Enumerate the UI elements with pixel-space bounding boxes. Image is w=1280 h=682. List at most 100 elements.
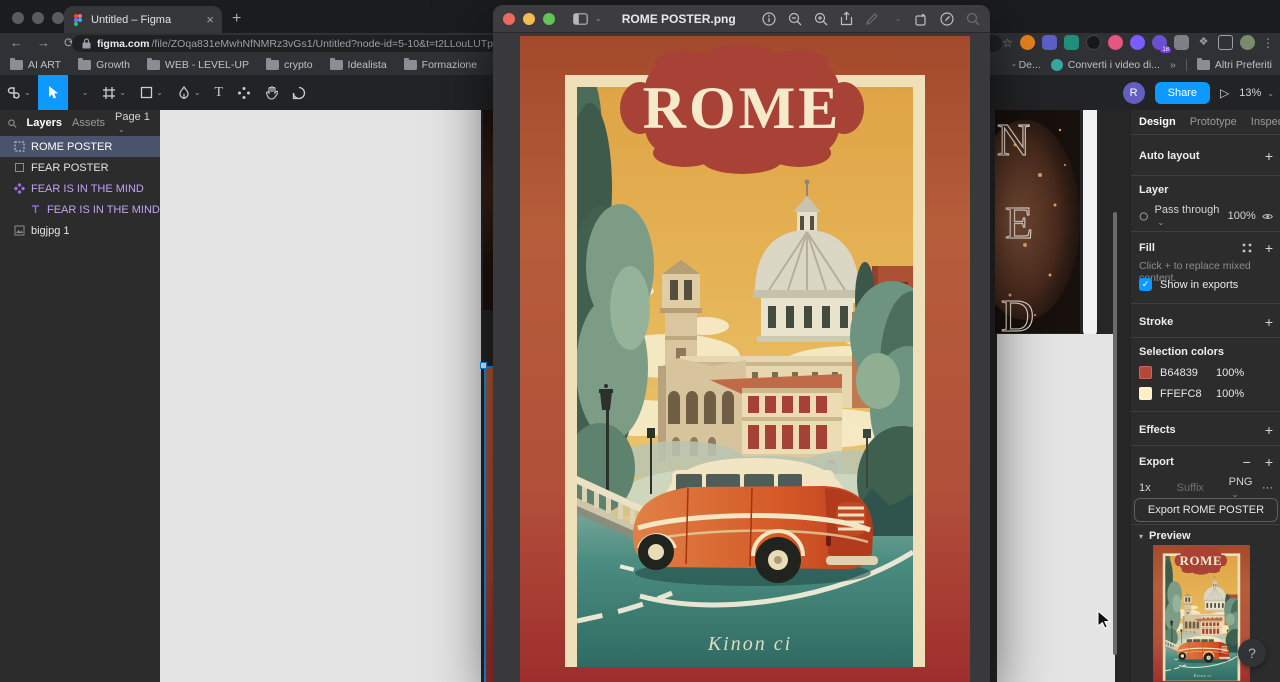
window-icon[interactable] bbox=[1218, 35, 1233, 50]
canvas-scrollbar[interactable] bbox=[1113, 212, 1117, 655]
export-format-dropdown[interactable]: PNG ⌄ bbox=[1229, 476, 1258, 500]
bookmark-folder-idealista[interactable]: Idealista bbox=[330, 59, 387, 71]
tab-design[interactable]: Design bbox=[1139, 116, 1176, 128]
export-options-icon[interactable]: ··· bbox=[1262, 482, 1273, 494]
add-auto-layout-button[interactable]: + bbox=[1265, 148, 1273, 164]
layer-row-rome-poster[interactable]: ROME POSTER bbox=[0, 136, 160, 157]
shape-tool-button[interactable]: ⌄ bbox=[133, 75, 170, 110]
color-hex[interactable]: FFEFC8 bbox=[1160, 388, 1216, 400]
selection-color-row[interactable]: FFEFC8 100% bbox=[1139, 387, 1273, 400]
zoom-window-button[interactable] bbox=[52, 12, 64, 24]
bookmark-truncated[interactable]: - De... bbox=[1012, 59, 1041, 71]
canvas-rome-poster-edge[interactable] bbox=[486, 366, 493, 682]
tab-close-icon[interactable]: × bbox=[206, 12, 214, 27]
export-suffix-input[interactable] bbox=[1177, 482, 1223, 494]
browser-avatar[interactable] bbox=[1240, 35, 1255, 50]
bookmark-star-icon[interactable]: ☆ bbox=[1002, 36, 1013, 50]
help-button[interactable]: ? bbox=[1238, 639, 1266, 667]
tab-prototype[interactable]: Prototype bbox=[1190, 116, 1237, 128]
add-fill-button[interactable]: + bbox=[1265, 240, 1273, 256]
tab-layers[interactable]: Layers bbox=[27, 117, 62, 129]
layer-row-fear-poster[interactable]: FEAR POSTER bbox=[0, 157, 160, 178]
tab-inspect[interactable]: Inspect bbox=[1251, 116, 1280, 128]
frame-tool-button[interactable]: ⌄ bbox=[95, 75, 133, 110]
bookmark-folder-web-level-up[interactable]: WEB - LEVEL-UP bbox=[147, 59, 249, 71]
bookmarks-overflow-icon[interactable]: » bbox=[1170, 59, 1176, 71]
close-window-button[interactable] bbox=[12, 12, 24, 24]
preview-titlebar[interactable]: ⌄ ROME POSTER.png bbox=[493, 5, 990, 33]
color-swatch-cream[interactable] bbox=[1139, 387, 1152, 400]
rotate-icon[interactable] bbox=[914, 12, 928, 26]
bookmark-folder-crypto[interactable]: crypto bbox=[266, 59, 313, 71]
sidebar-toggle[interactable]: ⌄ bbox=[573, 13, 602, 25]
fill-styles-icon[interactable] bbox=[1241, 242, 1253, 254]
remove-export-button[interactable]: − bbox=[1243, 454, 1251, 470]
blend-mode-dropdown[interactable]: Pass through ⌄ bbox=[1155, 204, 1222, 228]
add-export-button[interactable]: + bbox=[1265, 454, 1273, 470]
bookmark-folder-growth[interactable]: Growth bbox=[78, 59, 130, 71]
export-rome-poster-button[interactable]: Export ROME POSTER bbox=[1134, 498, 1278, 522]
page-selector[interactable]: Page 1 ⌄ bbox=[115, 111, 152, 135]
canvas-fear-poster-partial[interactable]: N E D bbox=[995, 110, 1080, 333]
share-icon[interactable] bbox=[840, 11, 853, 26]
text-tool-button[interactable]: T bbox=[208, 75, 231, 110]
bookmark-altri-preferiti[interactable]: Altri Preferiti bbox=[1197, 59, 1272, 71]
puzzle-extensions-icon[interactable]: ❖ bbox=[1196, 35, 1211, 50]
color-swatch-red[interactable] bbox=[1139, 366, 1152, 379]
minimize-window-button[interactable] bbox=[523, 13, 535, 25]
info-icon[interactable] bbox=[762, 12, 776, 26]
user-avatar[interactable]: R bbox=[1123, 82, 1145, 104]
tab-assets[interactable]: Assets bbox=[72, 117, 105, 129]
canvas-empty-frame[interactable] bbox=[160, 110, 481, 682]
add-effect-button[interactable]: + bbox=[1265, 422, 1273, 438]
pen-tool-button[interactable]: ⌄ bbox=[170, 75, 208, 110]
layer-row-fear-text[interactable]: FEAR IS IN THE MIND bbox=[0, 199, 160, 220]
extension-icon-teal[interactable] bbox=[1064, 35, 1079, 50]
browser-menu-kebab-icon[interactable]: ⋮ bbox=[1262, 36, 1274, 50]
bookmark-folder-ai-art[interactable]: AI ART bbox=[10, 59, 61, 71]
browser-tab[interactable]: Untitled – Figma × bbox=[64, 6, 222, 33]
eye-visibility-icon[interactable] bbox=[1262, 212, 1273, 221]
browser-window-controls[interactable] bbox=[12, 12, 64, 24]
color-opacity[interactable]: 100% bbox=[1216, 388, 1244, 400]
extension-icon-pink[interactable] bbox=[1108, 35, 1123, 50]
extension-icon-code[interactable] bbox=[1174, 35, 1189, 50]
extension-icon-dark[interactable] bbox=[1086, 35, 1101, 50]
zoom-out-icon[interactable] bbox=[788, 12, 802, 26]
forward-icon[interactable]: → bbox=[37, 35, 50, 51]
canvas-fear-poster-edge[interactable] bbox=[483, 110, 493, 310]
annotate-icon[interactable] bbox=[940, 12, 954, 26]
add-stroke-button[interactable]: + bbox=[1265, 314, 1273, 330]
zoom-window-button[interactable] bbox=[543, 13, 555, 25]
selection-color-row[interactable]: B64839 100% bbox=[1139, 366, 1273, 379]
search-icon[interactable] bbox=[8, 118, 17, 129]
comment-tool-button[interactable] bbox=[285, 75, 313, 110]
bookmark-converti[interactable]: Converti i video di... bbox=[1051, 59, 1160, 71]
layer-row-bigjpg[interactable]: bigjpg 1 bbox=[0, 220, 160, 241]
color-opacity[interactable]: 100% bbox=[1216, 367, 1244, 379]
color-hex[interactable]: B64839 bbox=[1160, 367, 1216, 379]
minimize-window-button[interactable] bbox=[32, 12, 44, 24]
extension-icon-badge[interactable]: 18 bbox=[1152, 35, 1167, 50]
preview-caret-icon[interactable]: ▾ bbox=[1139, 532, 1143, 541]
layer-opacity-value[interactable]: 100% bbox=[1228, 210, 1256, 222]
hand-tool-button[interactable] bbox=[258, 75, 285, 110]
bookmark-folder-formazione[interactable]: Formazione bbox=[404, 59, 477, 71]
move-tool-chevron[interactable]: ⌄ bbox=[72, 75, 96, 110]
extension-icon-purple[interactable] bbox=[1042, 35, 1057, 50]
selection-corner-handle[interactable] bbox=[480, 362, 487, 369]
extension-icon-fox[interactable] bbox=[1020, 35, 1035, 50]
canvas-white-frame-edge[interactable] bbox=[1083, 110, 1097, 336]
back-icon[interactable]: ← bbox=[10, 35, 23, 51]
move-tool-button[interactable] bbox=[38, 75, 68, 110]
zoom-level-dropdown[interactable]: 13% ⌄ bbox=[1239, 87, 1274, 99]
close-window-button[interactable] bbox=[503, 13, 515, 25]
layer-row-fear-component[interactable]: FEAR IS IN THE MIND bbox=[0, 178, 160, 199]
show-in-exports-checkbox[interactable]: ✓ bbox=[1139, 278, 1152, 291]
share-button[interactable]: Share bbox=[1155, 82, 1210, 104]
resources-tool-button[interactable] bbox=[230, 75, 258, 110]
present-play-icon[interactable]: ▷ bbox=[1220, 86, 1229, 100]
extension-icon-cloud[interactable] bbox=[1130, 35, 1145, 50]
zoom-in-icon[interactable] bbox=[814, 12, 828, 26]
figma-main-menu[interactable]: ⌄ bbox=[0, 75, 38, 110]
